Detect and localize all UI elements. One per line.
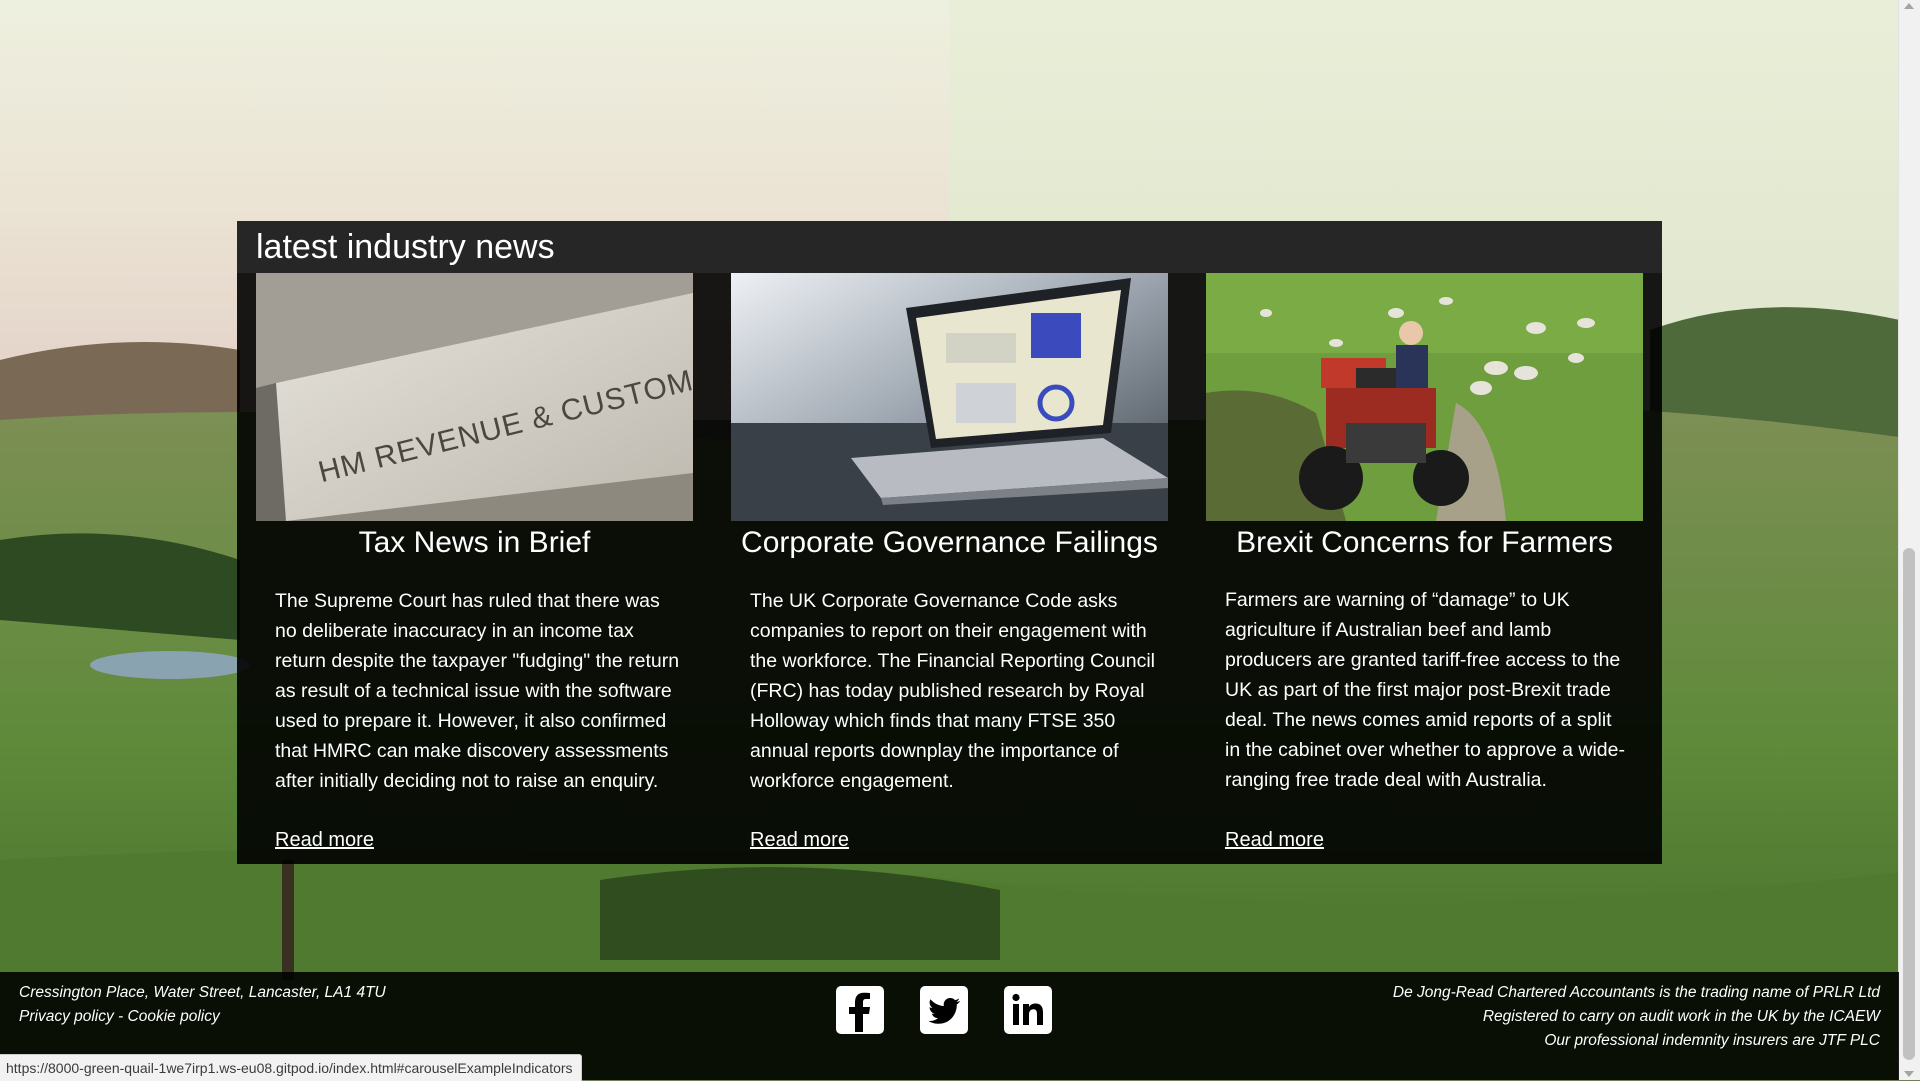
twitter-icon[interactable] <box>920 986 968 1034</box>
footer-legal: De Jong-Read Chartered Accountants is th… <box>1393 981 1880 1053</box>
legal-line: Registered to carry on audit work in the… <box>1482 1008 1880 1025</box>
cookie-policy-link[interactable]: Cookie policy <box>128 1008 220 1025</box>
social-links <box>836 986 1052 1034</box>
read-more-link[interactable]: Read more <box>275 825 374 855</box>
privacy-policy-link[interactable]: Privacy policy <box>19 1008 114 1025</box>
linkedin-icon[interactable] <box>1004 986 1052 1034</box>
laptop-dashboard-image <box>731 273 1168 521</box>
legal-line: Our professional indemnity insurers are … <box>1544 1032 1880 1049</box>
news-card-tax: HM REVENUE & CUSTOMS Tax News in Brief T… <box>256 273 693 864</box>
footer-policy-links: Privacy policy - Cookie policy <box>19 1005 386 1029</box>
news-header: latest industry news <box>237 221 1662 273</box>
card-body: The Supreme Court has ruled that there w… <box>275 590 680 792</box>
scroll-down-arrow-icon[interactable] <box>1904 1071 1914 1077</box>
card-title: Corporate Governance Failings <box>741 526 1158 559</box>
status-bar-url: https://8000-green-quail-1we7irp1.ws-eu0… <box>0 1054 582 1081</box>
policy-separator: - <box>113 1008 128 1025</box>
footer-address: Cressington Place, Water Street, Lancast… <box>19 984 386 1001</box>
scrollbar-thumb[interactable] <box>1903 548 1915 1060</box>
card-body: The UK Corporate Governance Code asks co… <box>750 590 1156 792</box>
card-body: Farmers are warning of “damage” to UK ag… <box>1225 589 1625 791</box>
read-more-link[interactable]: Read more <box>1225 825 1324 855</box>
legal-line: De Jong-Read Chartered Accountants is th… <box>1392 984 1880 1001</box>
farmer-quad-bike-image <box>1206 273 1643 521</box>
news-heading: latest industry news <box>256 228 555 266</box>
facebook-icon[interactable] <box>836 986 884 1034</box>
page-scrollbar[interactable] <box>1898 0 1920 1080</box>
footer-contact: Cressington Place, Water Street, Lancast… <box>19 981 386 1029</box>
scroll-up-arrow-icon[interactable] <box>1904 3 1914 9</box>
card-title: Brexit Concerns for Farmers <box>1236 526 1613 559</box>
card-title: Tax News in Brief <box>358 526 591 559</box>
news-card-farmers: Brexit Concerns for Farmers Farmers are … <box>1206 273 1643 864</box>
latest-news-section: latest industry news HM REVENUE & CUSTOM… <box>237 221 1662 864</box>
read-more-link[interactable]: Read more <box>750 825 849 855</box>
hmrc-sign-image: HM REVENUE & CUSTOMS <box>256 273 693 521</box>
news-card-governance: Corporate Governance Failings The UK Cor… <box>731 273 1168 864</box>
